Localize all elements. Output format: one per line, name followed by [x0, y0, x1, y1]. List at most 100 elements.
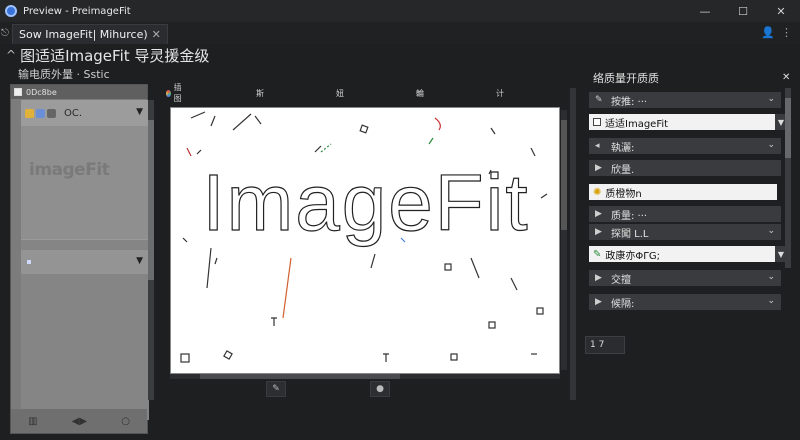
toolbar-item-3[interactable]: 妞 — [336, 88, 344, 99]
toolbar-item-5[interactable]: 计 — [496, 88, 504, 99]
setting-row-swap[interactable]: ▶ 交擅 ⌄ — [589, 270, 781, 286]
setting-value: 适适ImageFit — [605, 118, 669, 130]
circle-icon[interactable]: ○ — [121, 416, 130, 427]
user-icon[interactable]: 👤 — [761, 26, 775, 39]
setting-field-quality[interactable]: ✺ 质橙物n — [589, 184, 777, 200]
setting-label: 候隔: — [611, 298, 635, 310]
setting-row-amount[interactable]: ▶ 欣量. — [589, 160, 781, 176]
close-button[interactable]: ✕ — [762, 0, 800, 22]
book-icon[interactable]: ▥ — [28, 416, 37, 427]
setting-row-quality[interactable]: ▶ 质量: ··· — [589, 206, 781, 222]
scroll-thumb[interactable] — [785, 98, 791, 158]
tab-imagefit[interactable]: Sow ImageFit | Mihurce) ✕ — [12, 24, 168, 44]
flip-icon[interactable]: ◀▶ — [72, 416, 87, 427]
left-panel-checkbox[interactable] — [14, 88, 22, 96]
toolbar-item-4[interactable]: 輪 — [416, 88, 424, 99]
page-subtitle: 输电质外量 · Sstic — [18, 68, 110, 81]
arrow-left-icon: ◂ — [595, 141, 600, 151]
canvas-vertical-scrollbar[interactable] — [561, 110, 567, 370]
toolbar-item-insert[interactable]: 插图 — [166, 82, 184, 104]
setting-label: 按推: ··· — [611, 96, 648, 108]
setting-field-color[interactable]: ✎ 政康亦ΦΓG; ▼ — [589, 246, 787, 262]
edit-icon[interactable]: ✎ — [266, 381, 286, 397]
left-panel-body: OC. ▼ imageFit ▼ — [21, 100, 149, 420]
toolbar-item-2[interactable]: 斯 — [256, 88, 264, 99]
thumbnail-preview: imageFit — [29, 160, 110, 180]
preset-icons — [25, 108, 56, 118]
right-panel: 络质量开质质 ✕ ✎ 按推: ··· ⌄ 适适ImageFit ▼ ◂ 執灑: … — [585, 66, 790, 416]
left-panel: 0Dc8be OC. ▼ imageFit ▼ ▥ ◀▶ ○ — [10, 84, 149, 434]
secondary-card[interactable]: ▼ — [21, 250, 149, 274]
scroll-thumb[interactable] — [200, 374, 400, 379]
panel-divider-scrollbar[interactable] — [570, 88, 576, 400]
canvas-toolbar: 插图 斯 妞 輪 计 — [166, 83, 566, 103]
tabbar-tools: 👤 ⋮ — [761, 26, 792, 39]
scroll-thumb[interactable] — [561, 120, 567, 230]
window-controls: — ☐ ✕ — [686, 0, 800, 22]
record-icon[interactable]: ● — [370, 381, 390, 397]
tab-label: Sow ImageFit — [19, 28, 93, 41]
canvas-bottom-controls: ✎ ● — [266, 381, 390, 397]
toolbar-label: 妞 — [336, 88, 344, 98]
setting-label: 交擅 — [611, 274, 631, 286]
setting-label: 執灑: — [611, 142, 635, 154]
right-panel-title: 络质量开质质 — [593, 72, 659, 85]
left-panel-scrollbar[interactable] — [148, 100, 154, 400]
number-input[interactable]: 1 7 — [585, 336, 625, 354]
chevron-down-icon[interactable]: ⌄ — [767, 272, 775, 282]
image-icon — [36, 108, 45, 118]
pencil-icon: ✎ — [593, 248, 602, 260]
dropdown-caret-icon[interactable]: ▼ — [136, 256, 143, 266]
grid-icon — [47, 108, 56, 118]
preset-card[interactable]: OC. ▼ imageFit — [21, 100, 149, 240]
setting-field-fit[interactable]: 适适ImageFit ▼ — [589, 114, 787, 130]
toolbar-label: 斯 — [256, 88, 264, 98]
preset-card-bar: OC. — [21, 100, 149, 126]
setting-label: 探闖 L.L — [611, 228, 649, 240]
left-panel-footer: ▥ ◀▶ ○ — [11, 409, 147, 433]
tab-close-icon[interactable]: ✕ — [152, 28, 161, 41]
chevron-up-icon[interactable]: ^ — [6, 48, 16, 62]
expand-arrow-icon: ▶ — [595, 163, 602, 173]
tab-extra: | Mihurce) — [92, 28, 148, 41]
image-canvas[interactable]: ImageFit — [170, 107, 560, 374]
setting-row-sharpen[interactable]: ◂ 執灑: ⌄ — [589, 138, 781, 154]
chevron-down-icon[interactable]: ⌄ — [767, 226, 775, 236]
indicator-icon — [27, 260, 31, 264]
canvas-horizontal-scrollbar[interactable] — [170, 374, 560, 379]
canvas-word: ImageFit — [202, 158, 529, 247]
expand-arrow-icon: ▶ — [595, 297, 602, 307]
palette-icon — [166, 89, 171, 97]
setting-label: 质量: ··· — [611, 210, 648, 222]
window-titlebar: Preview - PreimageFit — ☐ ✕ — [0, 0, 800, 22]
chevron-down-icon[interactable]: ⌄ — [767, 296, 775, 306]
setting-value: 政康亦ΦΓG; — [605, 250, 660, 262]
expand-arrow-icon: ▶ — [595, 209, 602, 219]
setting-label: 欣量. — [611, 164, 635, 176]
page-title: 图适适ImageFit 导灵援金级 — [20, 46, 210, 65]
scroll-thumb[interactable] — [148, 120, 154, 280]
sun-icon: ✺ — [593, 186, 602, 198]
setting-row-push[interactable]: ✎ 按推: ··· ⌄ — [589, 92, 781, 108]
setting-checkbox[interactable] — [593, 118, 601, 126]
setting-row-spacing[interactable]: ▶ 候隔: ⌄ — [589, 294, 781, 310]
page-header: ^ 图适适ImageFit 导灵援金级 — [0, 44, 800, 66]
setting-value: 质橙物n — [605, 188, 642, 200]
app-icon — [5, 5, 17, 17]
dropdown-caret-icon[interactable]: ▼ — [136, 107, 143, 117]
minimize-button[interactable]: — — [686, 0, 724, 22]
toolbar-label: 插图 — [173, 83, 182, 103]
canvas-artwork: ImageFit — [180, 111, 548, 363]
more-icon[interactable]: ⋮ — [781, 26, 792, 39]
pin-icon: ✎ — [595, 95, 603, 105]
maximize-button[interactable]: ☐ — [724, 0, 762, 22]
pin-icon[interactable]: ⎋ — [0, 22, 10, 44]
toolbar-label: 计 — [496, 88, 504, 98]
right-panel-scrollbar[interactable] — [785, 88, 791, 268]
left-panel-label: 0Dc8be — [26, 87, 57, 97]
toolbar-label: 輪 — [416, 88, 424, 98]
close-icon[interactable]: ✕ — [782, 72, 790, 83]
chevron-down-icon[interactable]: ⌄ — [767, 140, 775, 150]
chevron-down-icon[interactable]: ⌄ — [767, 94, 775, 104]
setting-row-probe[interactable]: ▶ 探闖 L.L ⌄ — [589, 224, 781, 240]
